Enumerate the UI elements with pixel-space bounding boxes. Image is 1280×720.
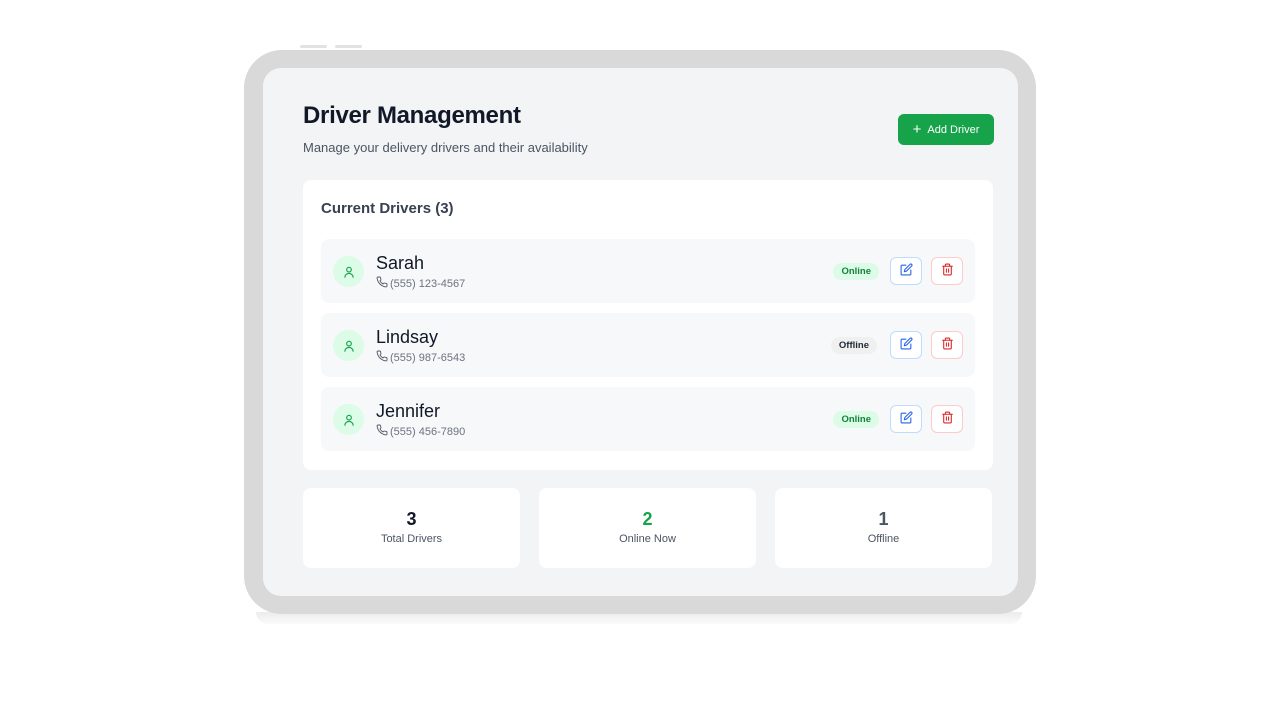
current-drivers-card: Current Drivers (3) Sarah (555) 123-4567 [303, 180, 993, 470]
driver-phone: (555) 123-4567 [376, 276, 465, 291]
driver-row-lindsay: Lindsay (555) 987-6543 Offline [321, 313, 975, 377]
app-screen: Driver Management Manage your delivery d… [263, 68, 1018, 596]
page-header: Driver Management Manage your delivery d… [303, 102, 994, 155]
stat-label: Online Now [619, 533, 676, 545]
driver-name: Jennifer [376, 401, 441, 421]
status-badge: Offline [830, 337, 877, 354]
trash-icon [941, 411, 954, 427]
edit-driver-button[interactable] [890, 331, 922, 359]
stat-total-drivers: 3 Total Drivers [303, 488, 520, 568]
status-badge: Online [833, 411, 879, 428]
status-badge: Online [833, 263, 879, 280]
driver-name: Lindsay [376, 327, 439, 347]
delete-driver-button[interactable] [931, 331, 963, 359]
driver-phone-number: (555) 123-4567 [390, 277, 466, 290]
edit-driver-button[interactable] [890, 257, 922, 285]
add-driver-label: Add Driver [927, 123, 980, 136]
edit-icon [900, 411, 913, 427]
phone-icon [376, 276, 388, 291]
stat-value: 1 [878, 509, 889, 529]
stat-value: 2 [642, 509, 653, 529]
phone-icon [376, 350, 388, 365]
driver-phone-number: (555) 987-6543 [390, 351, 466, 364]
driver-phone: (555) 987-6543 [376, 350, 465, 365]
user-icon [333, 404, 364, 435]
edit-driver-button[interactable] [890, 405, 922, 433]
page-title: Driver Management [303, 102, 521, 129]
plus-icon: + [912, 121, 922, 138]
page-subtitle: Manage your delivery drivers and their a… [303, 140, 588, 155]
user-icon [333, 256, 364, 287]
stat-label: Total Drivers [380, 533, 443, 545]
driver-phone: (555) 456-7890 [376, 424, 465, 439]
trash-icon [941, 263, 954, 279]
tablet-frame: Driver Management Manage your delivery d… [244, 50, 1036, 614]
stat-value: 3 [406, 509, 417, 529]
stat-offline: 1 Offline [775, 488, 992, 568]
trash-icon [941, 337, 954, 353]
driver-phone-number: (555) 456-7890 [390, 425, 466, 438]
driver-list: Sarah (555) 123-4567 Online Lindsay (555… [321, 239, 975, 451]
device-volume-button [300, 45, 327, 48]
driver-stats: 3 Total Drivers 2 Online Now 1 Offline [303, 488, 993, 568]
stat-online-now: 2 Online Now [539, 488, 756, 568]
edit-icon [900, 263, 913, 279]
current-drivers-title: Current Drivers (3) [321, 200, 454, 217]
add-driver-button[interactable]: + Add Driver [898, 114, 994, 145]
delete-driver-button[interactable] [931, 405, 963, 433]
phone-icon [376, 424, 388, 439]
stage: Driver Management Manage your delivery d… [0, 0, 1280, 720]
user-icon [333, 330, 364, 361]
driver-name: Sarah [376, 253, 425, 273]
delete-driver-button[interactable] [931, 257, 963, 285]
driver-row-sarah: Sarah (555) 123-4567 Online [321, 239, 975, 303]
stat-label: Offline [867, 533, 900, 545]
driver-row-jennifer: Jennifer (555) 456-7890 Online [321, 387, 975, 451]
device-volume-button [335, 45, 362, 48]
edit-icon [900, 337, 913, 353]
